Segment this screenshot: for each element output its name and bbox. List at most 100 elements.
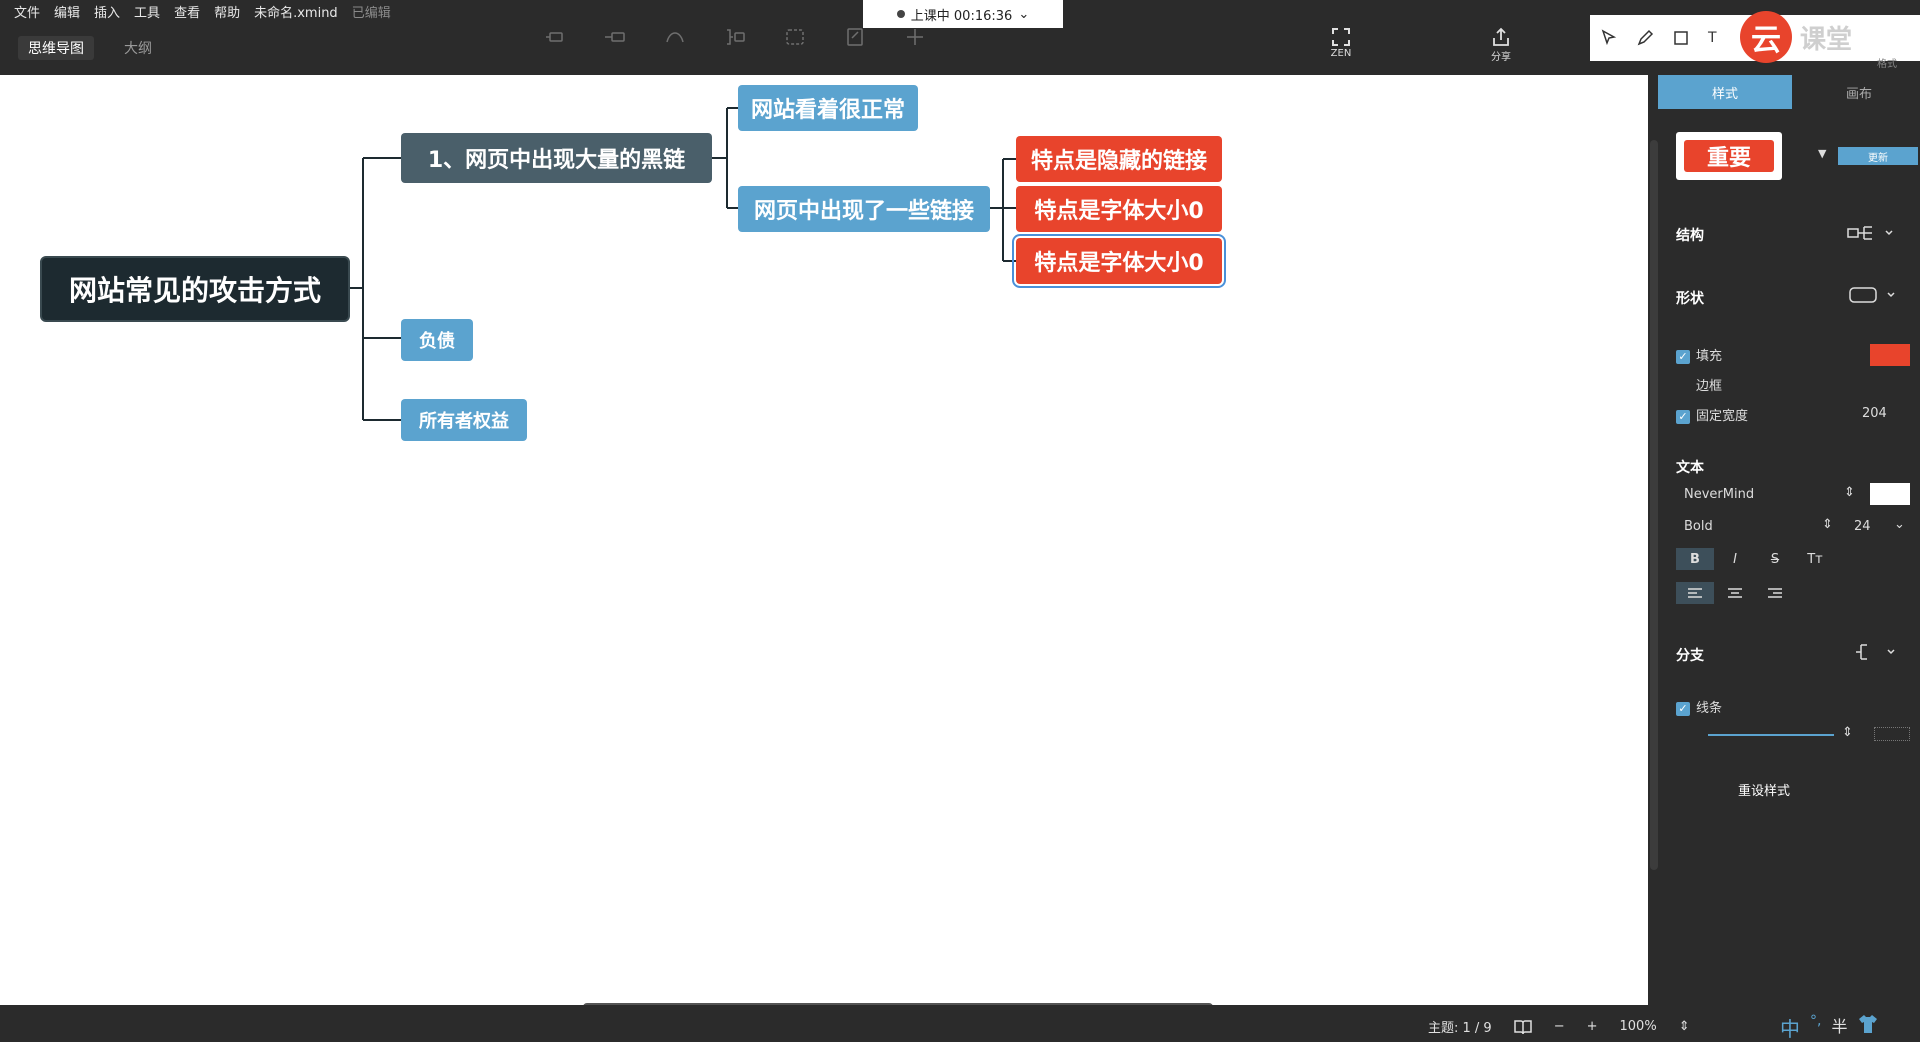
record-dot-icon xyxy=(896,10,905,18)
save-state: 已编辑 xyxy=(351,6,391,21)
status-controls: 主题: 1 / 9 − + 100% ⇕ xyxy=(1428,1017,1690,1036)
insert-more-button[interactable] xyxy=(900,26,930,64)
fill-toggle[interactable]: ✓ 填充 xyxy=(1676,345,1722,364)
line-width-slider[interactable] xyxy=(1708,734,1834,736)
topic-some-links-appear[interactable]: 网页中出现了一些链接 xyxy=(738,186,990,232)
topic-liabilities[interactable]: 负债 xyxy=(401,319,473,361)
italic-button[interactable]: I xyxy=(1716,548,1754,570)
zoom-in-button[interactable]: + xyxy=(1587,1019,1598,1034)
topic-site-looks-normal[interactable]: 网站看着很正常 xyxy=(738,85,918,131)
preset-label: 重要 xyxy=(1684,140,1774,172)
central-topic[interactable]: 网站常见的攻击方式 xyxy=(40,256,350,322)
topic-counter: 主题: 1 / 9 xyxy=(1428,1021,1492,1036)
share-button[interactable]: 分享 xyxy=(1490,26,1512,63)
ime-width[interactable]: 半 xyxy=(1831,1013,1847,1042)
view-tabs: 思维导图 大纲 xyxy=(18,36,162,60)
tab-canvas[interactable]: 画布 xyxy=(1792,75,1920,109)
menu-view[interactable]: 查看 xyxy=(174,2,200,21)
topic-font-size-zero-selected[interactable]: 特点是字体大小0 xyxy=(1012,234,1226,288)
align-right-button[interactable] xyxy=(1756,582,1794,604)
line-label: 线条 xyxy=(1696,701,1723,716)
book-icon[interactable] xyxy=(1513,1019,1532,1035)
line-pattern-select[interactable] xyxy=(1874,727,1910,741)
menu-help[interactable]: 帮助 xyxy=(214,2,240,21)
update-style-button[interactable]: 更新 xyxy=(1838,147,1918,165)
ime-mode[interactable]: 中 xyxy=(1780,1013,1800,1042)
menu-insert[interactable]: 插入 xyxy=(94,2,120,21)
tab-style[interactable]: 样式 xyxy=(1658,75,1792,109)
note-icon xyxy=(847,28,863,46)
weight-select[interactable]: Bold xyxy=(1684,519,1713,534)
pointer-icon[interactable] xyxy=(1600,29,1618,47)
mindmap-canvas[interactable]: 网站常见的攻击方式 1、网页中出现大量的黑链 网站看着很正常 网页中出现了一些链… xyxy=(0,75,1648,1005)
size-dropdown-icon[interactable]: ⌄ xyxy=(1894,517,1905,532)
fixed-width-toggle[interactable]: ✓ 固定宽度 xyxy=(1676,405,1748,424)
fixed-width-label: 固定宽度 xyxy=(1696,409,1749,424)
plus-icon xyxy=(907,29,923,45)
line-stepper-icon[interactable]: ⇕ xyxy=(1842,725,1853,740)
relationship-button[interactable] xyxy=(660,26,690,64)
line-check-icon: ✓ xyxy=(1676,701,1690,716)
subtopic-button[interactable] xyxy=(600,26,630,64)
fill-color-swatch[interactable] xyxy=(1870,344,1910,366)
fullscreen-icon xyxy=(1332,28,1350,46)
zoom-level[interactable]: 100% xyxy=(1620,1019,1657,1034)
zen-button[interactable]: ZEN xyxy=(1330,26,1352,59)
line-toggle[interactable]: ✓ 线条 xyxy=(1676,697,1722,716)
weight-stepper-icon[interactable]: ⇕ xyxy=(1822,517,1833,532)
text-case-button[interactable]: Tт xyxy=(1796,548,1834,570)
chevron-down-icon: ⌄ xyxy=(1018,6,1030,22)
zoom-out-button[interactable]: − xyxy=(1554,1019,1565,1034)
rectangle-icon[interactable] xyxy=(1672,29,1690,47)
panel-scrollbar[interactable] xyxy=(1650,140,1658,870)
zoom-stepper-icon[interactable]: ⇕ xyxy=(1679,1019,1690,1034)
style-panel: 样式 画布 重要 ▼ 更新 结构 形状 ✓ 填充 边框 ✓ 固定宽度 204 文本 … xyxy=(1648,75,1920,1005)
align-left-icon xyxy=(1688,588,1702,598)
topic-hidden-links[interactable]: 特点是隐藏的链接 xyxy=(1016,136,1222,182)
subtopic-icon xyxy=(605,32,625,42)
pen-icon[interactable] xyxy=(1636,29,1654,47)
shape-icon[interactable] xyxy=(1848,285,1898,305)
strikethrough-button[interactable]: S xyxy=(1756,548,1794,570)
tab-mindmap[interactable]: 思维导图 xyxy=(18,36,94,60)
topic-black-links[interactable]: 1、网页中出现大量的黑链 xyxy=(401,133,712,183)
preset-dropdown-icon[interactable]: ▼ xyxy=(1818,147,1826,160)
structure-icon[interactable] xyxy=(1846,223,1896,243)
fixed-width-value[interactable]: 204 xyxy=(1862,406,1887,421)
boundary-button[interactable] xyxy=(780,26,810,64)
topic-owner-equity[interactable]: 所有者权益 xyxy=(401,399,527,441)
ime-punct[interactable]: °, xyxy=(1810,1013,1821,1042)
menu-bar: 文件 编辑 插入 工具 查看 帮助 未命名.xmind 已编辑 xyxy=(14,2,391,21)
font-select[interactable]: NeverMind xyxy=(1684,487,1754,502)
font-stepper-icon[interactable]: ⇕ xyxy=(1844,485,1855,500)
branch-style-icon[interactable] xyxy=(1854,642,1898,662)
structure-label: 结构 xyxy=(1676,228,1704,244)
file-name: 未命名.xmind xyxy=(254,6,338,21)
topic-icon xyxy=(546,32,563,42)
menu-tools[interactable]: 工具 xyxy=(134,2,160,21)
text-tool-icon[interactable]: T xyxy=(1708,30,1717,46)
align-left-button[interactable] xyxy=(1676,582,1714,604)
tab-outline[interactable]: 大纲 xyxy=(114,36,162,60)
ime-indicator: 中 °, 半 xyxy=(1780,1013,1879,1042)
top-bar: 文件 编辑 插入 工具 查看 帮助 未命名.xmind 已编辑 思维导图 大纲 xyxy=(0,0,1920,75)
style-preset[interactable]: 重要 xyxy=(1676,132,1782,180)
align-right-icon xyxy=(1768,588,1782,598)
summary-button[interactable] xyxy=(720,26,750,64)
menu-edit[interactable]: 编辑 xyxy=(54,2,80,21)
reset-style-button[interactable]: 重设样式 xyxy=(1738,780,1790,799)
border-label[interactable]: 边框 xyxy=(1696,375,1722,394)
text-section-label: 文本 xyxy=(1676,460,1704,476)
text-color-swatch[interactable] xyxy=(1870,483,1910,505)
note-button[interactable] xyxy=(840,26,870,64)
menu-file[interactable]: 文件 xyxy=(14,2,40,21)
recording-indicator[interactable]: 上课中 00:16:36 ⌄ xyxy=(863,0,1063,28)
topic-font-size-zero[interactable]: 特点是字体大小0 xyxy=(1016,186,1222,232)
fill-label: 填充 xyxy=(1696,349,1723,364)
align-center-button[interactable] xyxy=(1716,582,1754,604)
brand-watermark: 课堂 xyxy=(1800,25,1853,55)
topic-button[interactable] xyxy=(540,26,570,64)
font-size-select[interactable]: 24 xyxy=(1854,519,1871,534)
shirt-icon[interactable] xyxy=(1857,1013,1879,1035)
bold-button[interactable]: B xyxy=(1676,548,1714,570)
